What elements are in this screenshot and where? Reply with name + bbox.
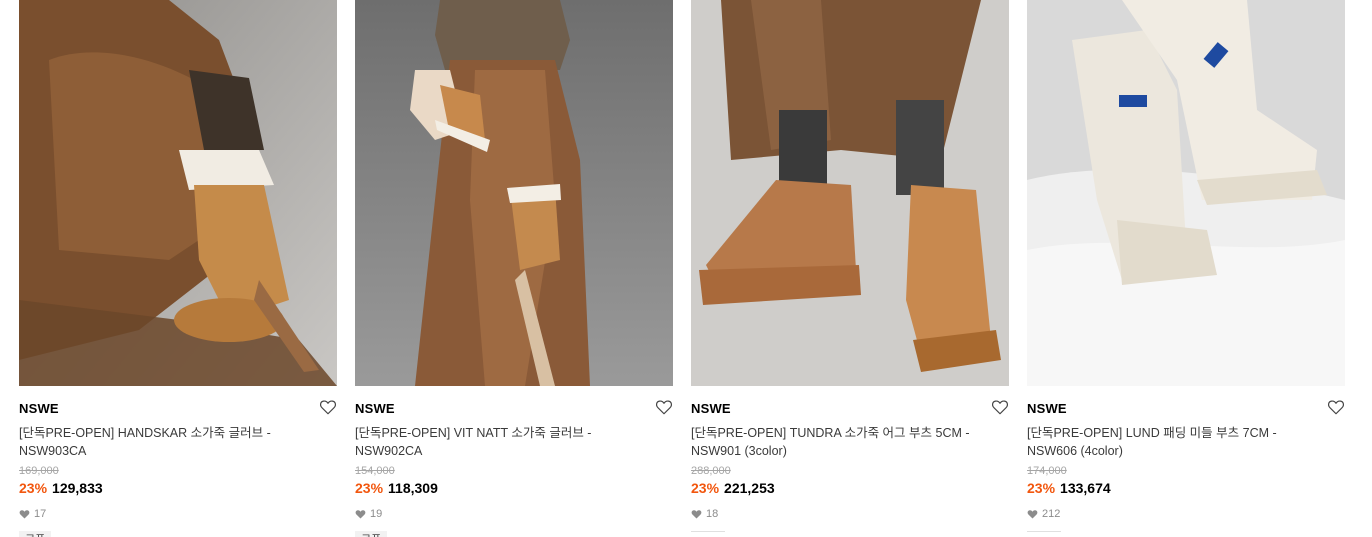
wishlist-heart-icon[interactable] <box>1327 398 1345 416</box>
sale-price: 129,833 <box>52 480 103 496</box>
product-card[interactable]: NSWE [단독PRE-OPEN] VIT NATT 소가죽 글러브 -NSW9… <box>355 0 673 537</box>
product-image[interactable] <box>1027 0 1345 386</box>
discount-rate: 23% <box>1027 480 1056 496</box>
brand-name[interactable]: NSWE <box>1027 400 1345 418</box>
like-heart-icon <box>1027 510 1038 519</box>
model-in-brown-dress-icon <box>355 0 673 386</box>
price-row: 23% 129,833 <box>19 479 337 497</box>
brand-name[interactable]: NSWE <box>691 400 1009 418</box>
coupon-badge: 쿠폰 <box>19 531 52 537</box>
coupon-badge: 쿠폰 <box>355 531 388 537</box>
like-count-value: 18 <box>706 508 719 520</box>
like-count-value: 212 <box>1042 508 1061 520</box>
product-card[interactable]: NSWE [단독PRE-OPEN] LUND 패딩 미들 부츠 7CM -NSW… <box>1027 0 1345 532</box>
wishlist-heart-icon[interactable] <box>991 398 1009 416</box>
sale-price: 221,253 <box>724 480 775 496</box>
like-heart-icon <box>355 510 366 519</box>
like-count: 19 <box>355 507 673 521</box>
brand-name[interactable]: NSWE <box>355 400 673 418</box>
model-with-suede-gloves-icon <box>19 0 337 386</box>
like-heart-icon <box>691 510 702 519</box>
wishlist-heart-icon[interactable] <box>319 398 337 416</box>
product-card[interactable]: NSWE [단독PRE-OPEN] TUNDRA 소가죽 어그 부츠 5CM -… <box>691 0 1009 532</box>
product-title[interactable]: [단독PRE-OPEN] LUND 패딩 미들 부츠 7CM -NSW606 (… <box>1027 424 1345 460</box>
discount-rate: 23% <box>19 480 48 496</box>
sale-price: 133,674 <box>1060 480 1111 496</box>
brand-name[interactable]: NSWE <box>19 400 337 418</box>
product-title[interactable]: [단독PRE-OPEN] HANDSKAR 소가죽 글러브 -NSW903CA <box>19 424 337 460</box>
product-grid: NSWE [단독PRE-OPEN] HANDSKAR 소가죽 글러브 -NSW9… <box>0 0 1372 537</box>
product-title[interactable]: [단독PRE-OPEN] TUNDRA 소가죽 어그 부츠 5CM -NSW90… <box>691 424 1009 460</box>
product-image[interactable] <box>355 0 673 386</box>
original-price: 169,000 <box>19 465 59 477</box>
discount-rate: 23% <box>691 480 720 496</box>
product-card[interactable]: NSWE [단독PRE-OPEN] HANDSKAR 소가죽 글러브 -NSW9… <box>19 0 337 537</box>
suede-ankle-boots-icon <box>691 0 1009 386</box>
like-count: 18 <box>691 507 1009 521</box>
divider <box>691 531 725 532</box>
product-image[interactable] <box>691 0 1009 386</box>
like-count-value: 17 <box>34 508 47 520</box>
sale-price: 118,309 <box>388 480 438 496</box>
original-price: 288,000 <box>691 465 731 477</box>
product-title[interactable]: [단독PRE-OPEN] VIT NATT 소가죽 글러브 -NSW902CA <box>355 424 673 460</box>
price-row: 23% 133,674 <box>1027 479 1345 497</box>
original-price: 174,000 <box>1027 465 1067 477</box>
like-count: 17 <box>19 507 337 521</box>
like-heart-icon <box>19 510 30 519</box>
price-row: 23% 118,309 <box>355 479 673 497</box>
like-count-value: 19 <box>370 508 383 520</box>
padded-boots-in-snow-icon <box>1027 0 1345 386</box>
price-row: 23% 221,253 <box>691 479 1009 497</box>
like-count: 212 <box>1027 507 1345 521</box>
original-price: 154,000 <box>355 465 395 477</box>
product-image[interactable] <box>19 0 337 386</box>
discount-rate: 23% <box>355 480 384 496</box>
divider <box>1027 531 1061 532</box>
wishlist-heart-icon[interactable] <box>655 398 673 416</box>
